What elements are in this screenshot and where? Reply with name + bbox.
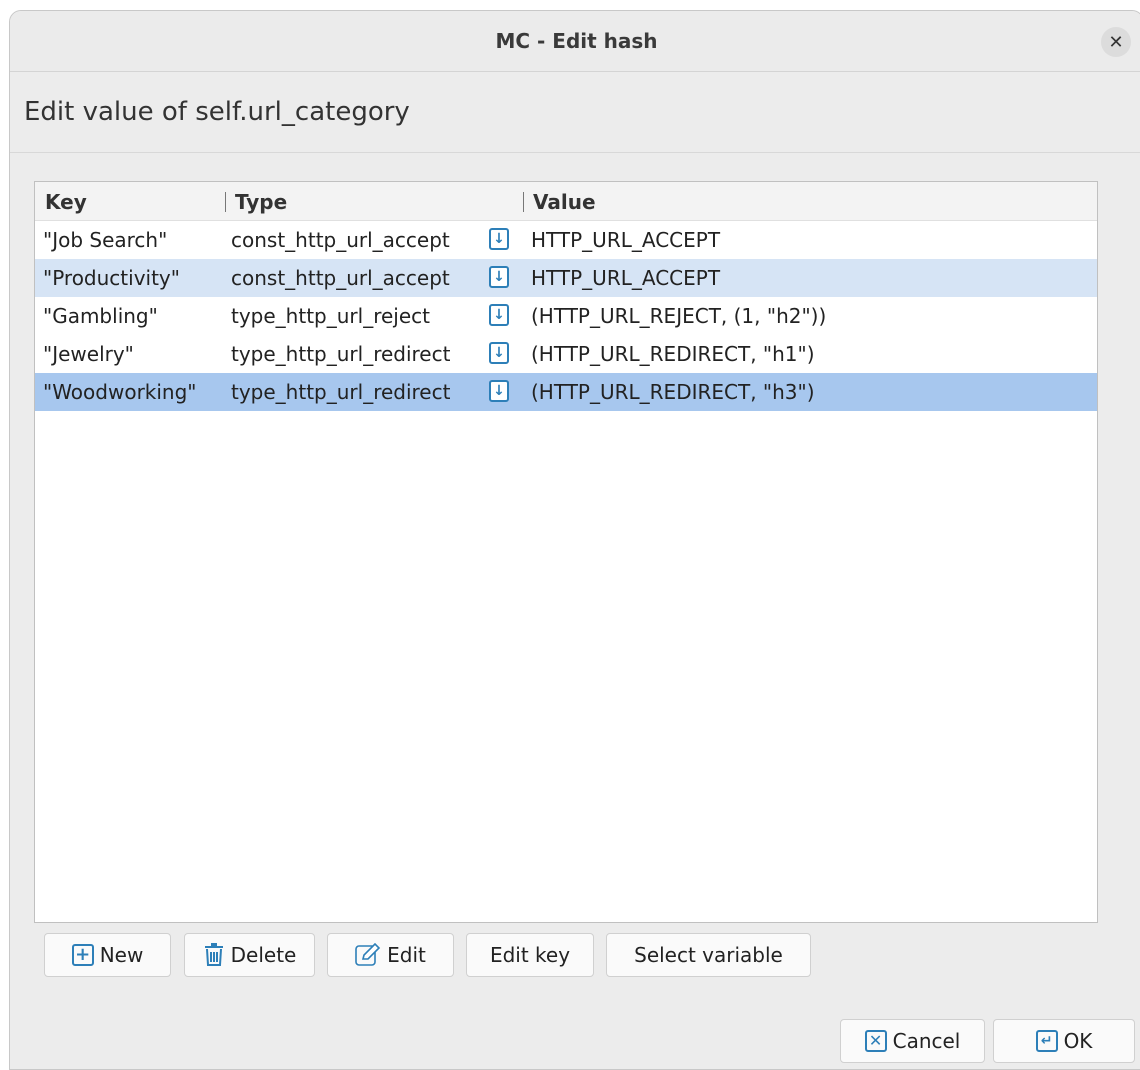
row-type: type_http_url_reject [231,304,430,328]
row-type: const_http_url_accept [231,266,450,290]
ok-button[interactable]: ↵ OK [993,1019,1135,1063]
pencil-icon [355,943,381,967]
row-value: (HTTP_URL_REJECT, (1, "h2")) [531,304,827,328]
trash-icon [203,943,225,967]
row-value: (HTTP_URL_REDIRECT, "h3") [531,380,815,404]
header-value[interactable]: Value [533,190,596,214]
arrow-down-icon[interactable]: ↓ [489,228,509,250]
select-variable-button[interactable]: Select variable [606,933,811,977]
table-row[interactable]: "Job Search" const_http_url_accept ↓ HTT… [35,221,1097,259]
arrow-down-icon[interactable]: ↓ [489,266,509,288]
row-value: HTTP_URL_ACCEPT [531,266,721,290]
column-separator[interactable] [523,192,524,212]
ok-button-label: OK [1063,1029,1093,1053]
dialog-subtitle: Edit value of self.url_category [10,72,1140,153]
row-key: "Job Search" [43,228,168,252]
hash-table[interactable]: Key Type Value "Job Search" const_http_u… [34,181,1098,923]
close-icon: ✕ [1108,31,1124,53]
delete-button-label: Delete [230,943,297,967]
arrow-down-icon[interactable]: ↓ [489,380,509,402]
arrow-down-icon[interactable]: ↓ [489,304,509,326]
edit-button-label: Edit [387,943,426,967]
row-key: "Jewelry" [43,342,134,366]
window-title: MC - Edit hash [495,29,658,53]
cancel-button[interactable]: ✕ Cancel [840,1019,985,1063]
row-type: const_http_url_accept [231,228,450,252]
cancel-button-label: Cancel [892,1029,961,1053]
row-type: type_http_url_redirect [231,380,451,404]
row-value: (HTTP_URL_REDIRECT, "h1") [531,342,815,366]
column-separator[interactable] [225,192,226,212]
delete-button[interactable]: Delete [184,933,315,977]
new-button-label: New [99,943,144,967]
row-type: type_http_url_redirect [231,342,451,366]
table-header: Key Type Value [35,182,1097,221]
row-value: HTTP_URL_ACCEPT [531,228,721,252]
edit-button[interactable]: Edit [327,933,454,977]
plus-icon: + [71,944,94,966]
select-variable-button-label: Select variable [634,943,783,967]
edit-key-button[interactable]: Edit key [466,933,594,977]
edit-key-button-label: Edit key [489,943,571,967]
row-key: "Productivity" [43,266,180,290]
header-type[interactable]: Type [235,190,287,214]
table-row[interactable]: "Gambling" type_http_url_reject ↓ (HTTP_… [35,297,1097,335]
enter-icon: ↵ [1035,1030,1058,1052]
table-row[interactable]: "Woodworking" type_http_url_redirect ↓ (… [35,373,1097,411]
header-key[interactable]: Key [45,190,87,214]
table-row[interactable]: "Jewelry" type_http_url_redirect ↓ (HTTP… [35,335,1097,373]
close-button[interactable]: ✕ [1101,27,1131,57]
row-key: "Woodworking" [43,380,197,404]
new-button[interactable]: + New [44,933,171,977]
title-bar: MC - Edit hash ✕ [10,11,1140,72]
cancel-icon: ✕ [864,1030,887,1052]
row-key: "Gambling" [43,304,158,328]
table-row[interactable]: "Productivity" const_http_url_accept ↓ H… [35,259,1097,297]
arrow-down-icon[interactable]: ↓ [489,342,509,364]
